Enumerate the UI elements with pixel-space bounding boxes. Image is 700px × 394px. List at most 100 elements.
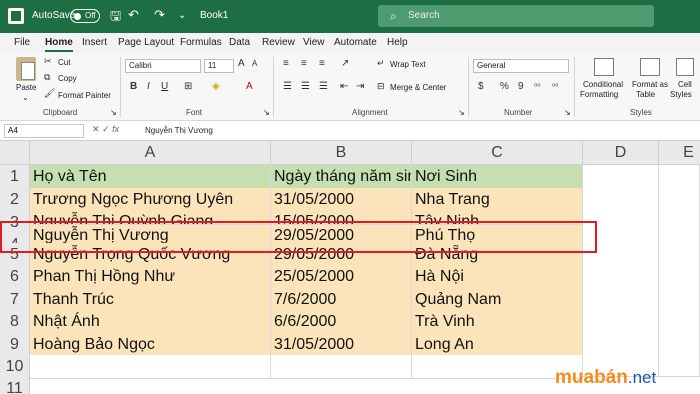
cell-a1[interactable]: Họ và Tên [30,165,271,189]
column-header-d[interactable]: D [583,141,659,165]
row-header[interactable]: 1 [0,165,30,189]
format-as-label[interactable]: Format as [632,80,668,89]
tab-home[interactable]: Home [45,37,73,52]
wrap-text-button[interactable]: Wrap Text [390,60,426,69]
paste-icon[interactable] [16,57,36,81]
format-painter-button[interactable]: Format Painter [58,91,111,100]
cell-a2[interactable]: Trương Ngọc Phương Uyên [30,188,271,212]
font-launcher-icon[interactable]: ↘ [263,108,270,117]
increase-indent-icon[interactable]: ⇥ [356,81,364,92]
align-right-icon[interactable]: ☰ [319,81,328,92]
empty-cells-d[interactable] [583,165,659,377]
clipboard-launcher-icon[interactable]: ↘ [110,108,117,117]
formatting-label[interactable]: Formatting [580,90,618,99]
tab-page-layout[interactable]: Page Layout [118,37,174,48]
tab-data[interactable]: Data [229,37,250,48]
bold-icon[interactable]: B [130,81,137,92]
cell-c8[interactable]: Trà Vinh [412,310,583,334]
cut-button[interactable]: Cut [58,58,70,67]
cell-b7[interactable]: 7/6/2000 [271,288,412,312]
table-label[interactable]: Table [636,90,655,99]
row-header[interactable]: 11 [0,377,30,394]
increase-decimal-icon[interactable]: ⁰⁰ [534,82,540,91]
conditional-label[interactable]: Conditional [583,80,623,89]
cell-a6[interactable]: Phan Thị Hồng Như [30,265,271,289]
align-top-icon[interactable]: ≡ [283,58,289,69]
font-size-select[interactable]: 11 [204,59,234,73]
cell-c9[interactable]: Long An [412,333,583,357]
cell-b1[interactable]: Ngày tháng năm sinh [271,165,412,189]
paste-button[interactable]: Paste [16,83,36,92]
cell-c2[interactable]: Nha Trang [412,188,583,212]
format-as-table-icon[interactable] [640,58,660,76]
paste-dropdown-icon[interactable]: ⌄ [22,93,29,102]
row-header[interactable]: 6 [0,265,30,289]
fill-color-icon[interactable]: ◈ [212,81,220,92]
cell-c7[interactable]: Quảng Nam [412,288,583,312]
italic-icon[interactable]: I [147,81,150,92]
number-format-select[interactable]: General [473,59,569,73]
cell-styles-icon[interactable] [676,58,694,76]
cell-label[interactable]: Cell [678,80,692,89]
currency-icon[interactable]: $ [478,81,484,92]
customize-qat-icon[interactable]: ⌄ [178,10,186,21]
formula-input[interactable]: Nguyễn Thị Vương [145,126,213,135]
decrease-indent-icon[interactable]: ⇤ [340,81,348,92]
cell-b2[interactable]: 31/05/2000 [271,188,412,212]
row-header[interactable]: 7 [0,288,30,312]
increase-font-icon[interactable]: A [238,58,245,69]
row-header[interactable]: 10 [0,355,30,379]
cell-a8[interactable]: Nhật Ánh [30,310,271,334]
merge-center-icon[interactable]: ⊟ [377,81,385,92]
format-painter-icon[interactable]: 🖌 [44,88,55,99]
cell-c6[interactable]: Hà Nội [412,265,583,289]
tab-review[interactable]: Review [262,37,295,48]
copy-icon[interactable]: ⧉ [44,72,50,83]
enter-icon[interactable]: ✓ [102,124,110,134]
align-center-icon[interactable]: ☰ [301,81,310,92]
column-header-e[interactable]: E [659,141,700,165]
tab-formulas[interactable]: Formulas [180,37,222,48]
search-box[interactable]: ⌕ Search [378,5,654,27]
row-header[interactable]: 2 [0,188,30,212]
select-all-corner[interactable] [0,141,30,165]
insert-function-icon[interactable]: fx [112,124,119,134]
underline-icon[interactable]: U [161,81,168,92]
cell-a9[interactable]: Hoàng Bảo Ngọc [30,333,271,357]
tab-insert[interactable]: Insert [82,37,107,48]
save-icon[interactable]: 🖫 [110,7,121,29]
styles-label[interactable]: Styles [670,90,692,99]
tab-file[interactable]: File [14,37,30,48]
decrease-font-icon[interactable]: A [252,59,257,68]
column-header-b[interactable]: B [271,141,412,165]
number-launcher-icon[interactable]: ↘ [564,108,571,117]
conditional-formatting-icon[interactable] [594,58,614,76]
cell-b10[interactable] [271,355,412,379]
cancel-icon[interactable]: ✕ [92,124,100,134]
cell-b9[interactable]: 31/05/2000 [271,333,412,357]
name-box[interactable]: A4 [4,124,84,138]
redo-icon[interactable]: ↷ [154,7,165,23]
percent-icon[interactable]: % [500,81,509,92]
merge-center-button[interactable]: Merge & Center [390,83,446,92]
cell-a7[interactable]: Thanh Trúc [30,288,271,312]
cell-c1[interactable]: Nơi Sinh [412,165,583,189]
borders-icon[interactable]: ⊞ [184,81,192,92]
cell-a10[interactable] [30,355,271,379]
cell-b8[interactable]: 6/6/2000 [271,310,412,334]
align-left-icon[interactable]: ☰ [283,81,292,92]
row-header[interactable]: 9 [0,333,30,357]
align-middle-icon[interactable]: ≡ [301,58,307,69]
tab-automate[interactable]: Automate [334,37,377,48]
tab-view[interactable]: View [303,37,325,48]
empty-cells-e[interactable] [659,165,700,377]
cell-b6[interactable]: 25/05/2000 [271,265,412,289]
autosave-toggle[interactable]: Off [70,9,100,23]
orientation-icon[interactable]: ↗ [341,58,349,69]
column-header-c[interactable]: C [412,141,583,165]
undo-icon[interactable]: ↶ [128,7,139,23]
column-header-a[interactable]: A [30,141,271,165]
comma-style-icon[interactable]: 9 [518,81,524,92]
cut-icon[interactable]: ✂ [44,56,52,67]
row-header[interactable]: 8 [0,310,30,334]
